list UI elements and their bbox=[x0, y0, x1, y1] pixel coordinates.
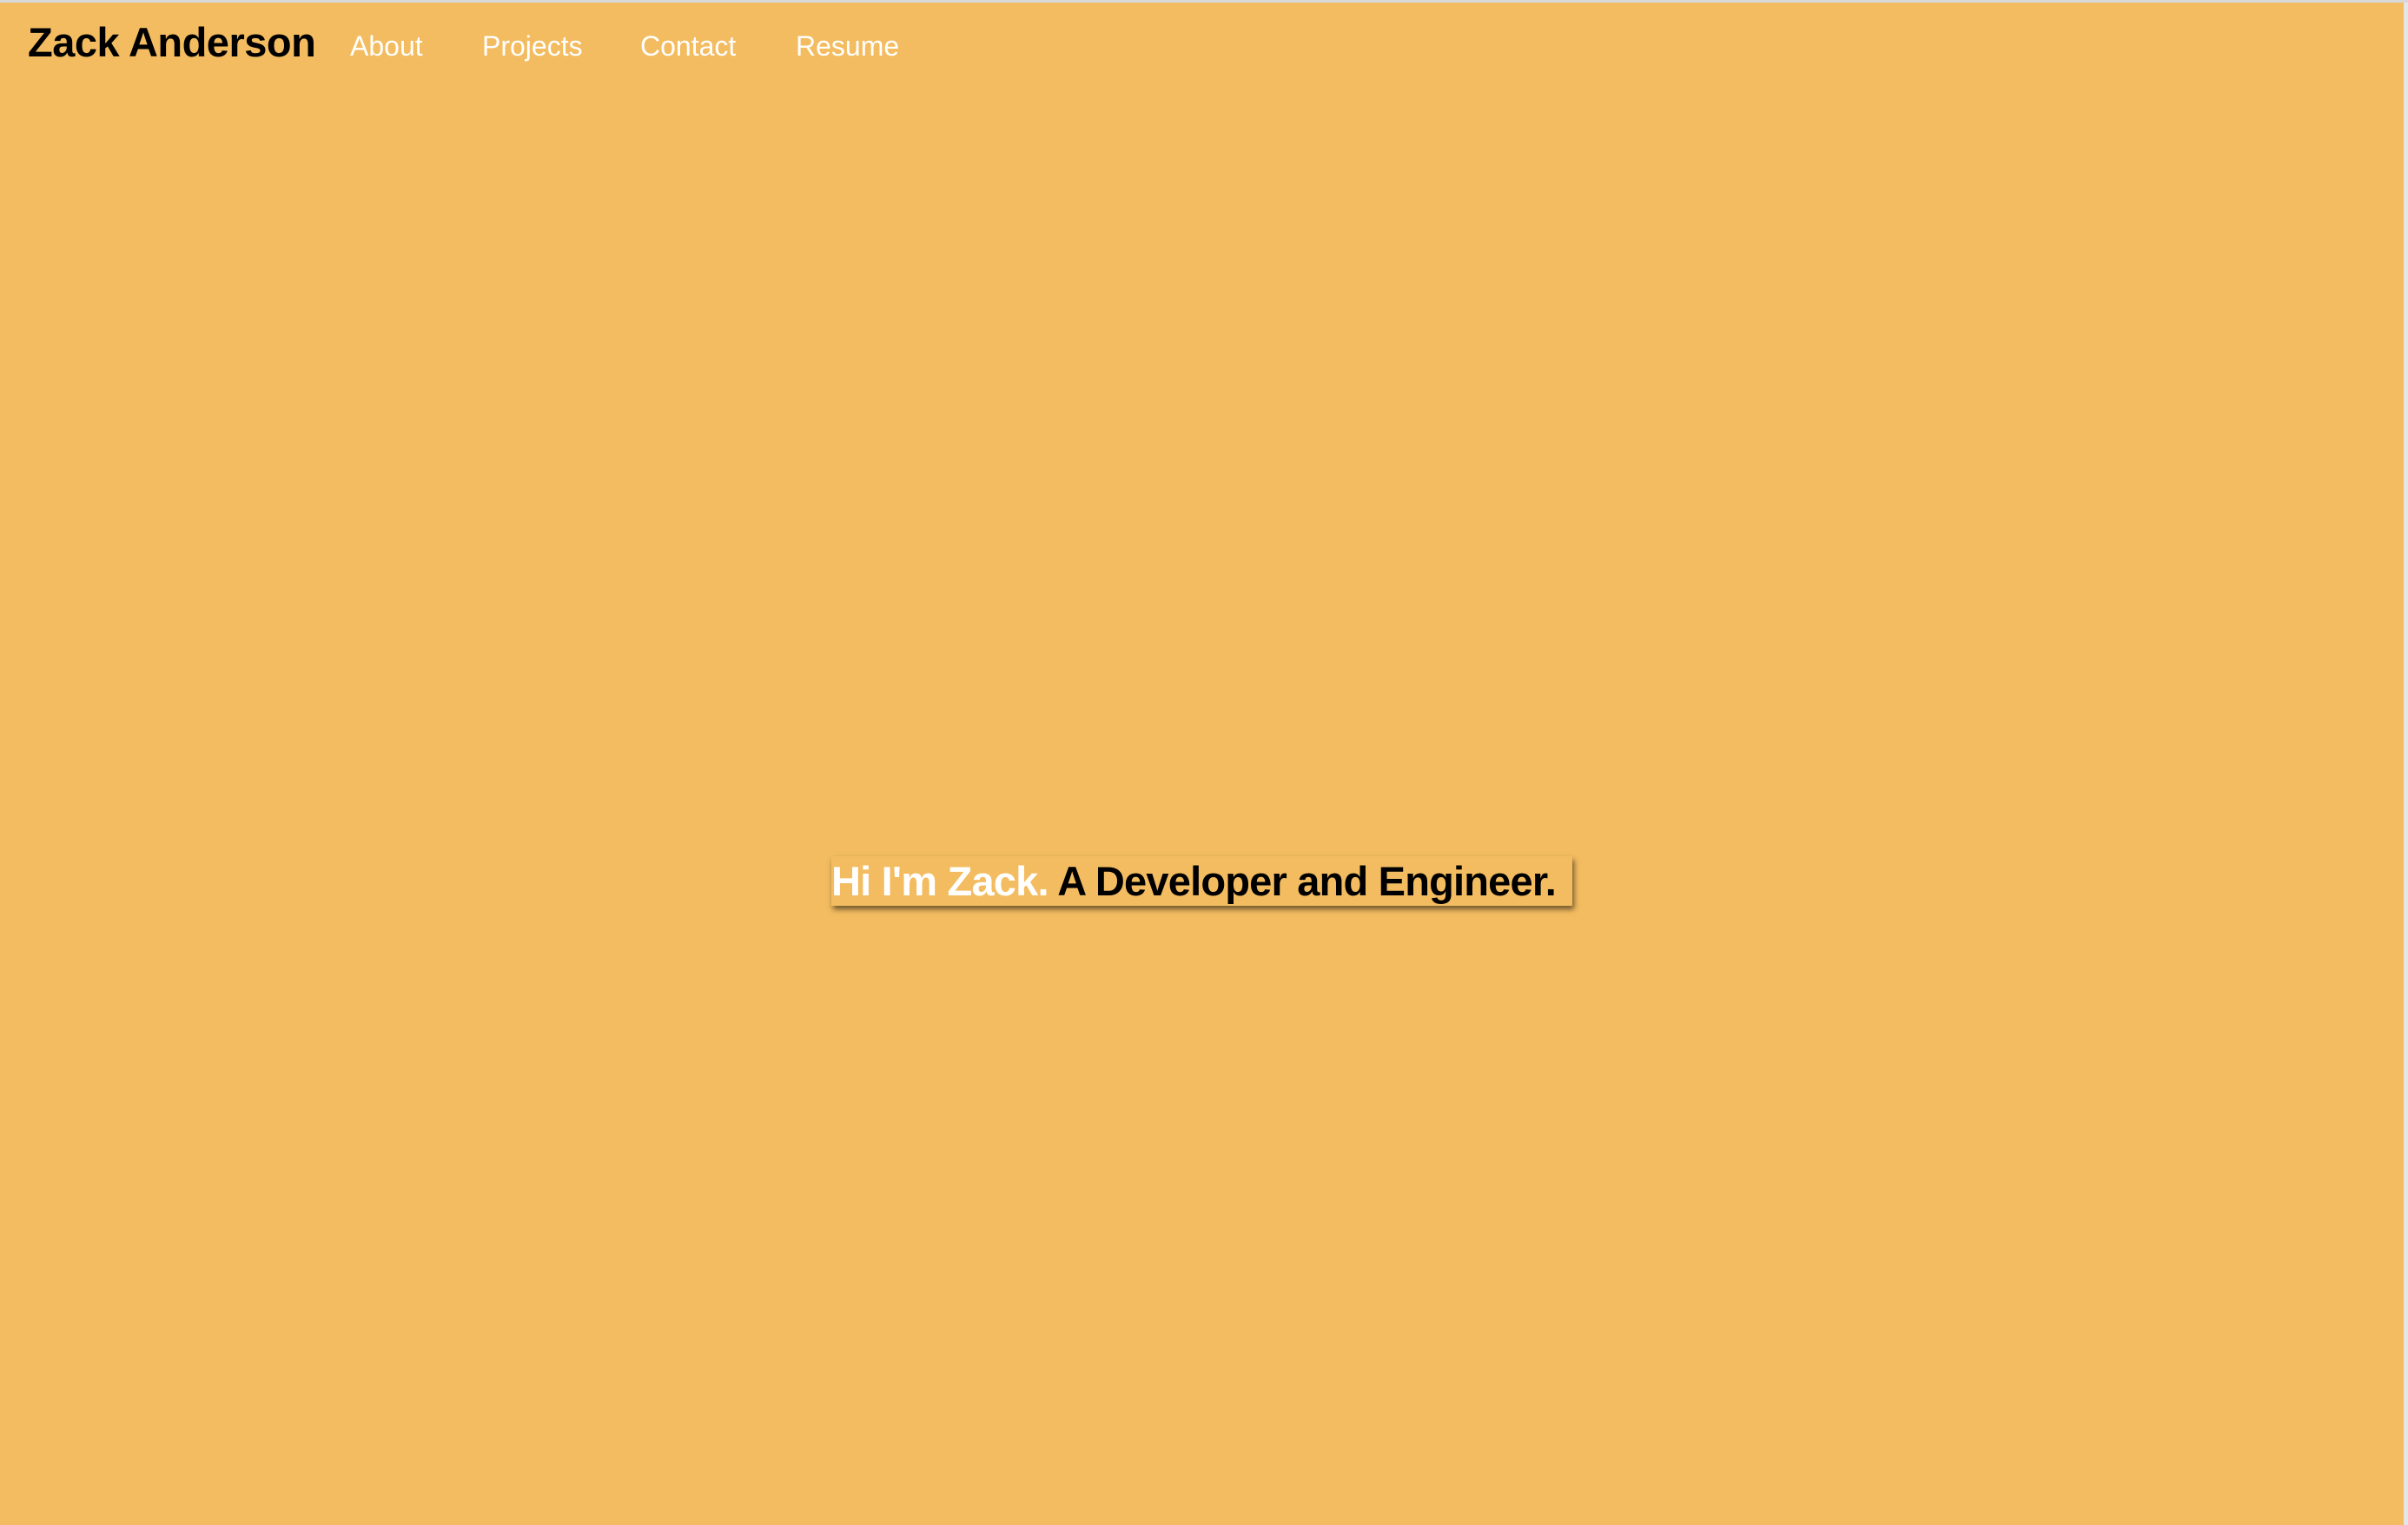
nav-contact[interactable]: Contact bbox=[640, 30, 736, 63]
nav-projects[interactable]: Projects bbox=[482, 30, 583, 63]
nav-about[interactable]: About bbox=[350, 30, 423, 63]
window-edge bbox=[2404, 3, 2408, 1525]
brand-name[interactable]: Zack Anderson bbox=[28, 18, 316, 66]
hero-greeting: Hi I'm Zack. bbox=[831, 858, 1049, 904]
nav-resume[interactable]: Resume bbox=[796, 30, 899, 63]
hero-role: A Developer and Engineer. bbox=[1057, 858, 1557, 904]
hero-tagline: Hi I'm Zack. A Developer and Engineer. bbox=[831, 856, 1572, 906]
